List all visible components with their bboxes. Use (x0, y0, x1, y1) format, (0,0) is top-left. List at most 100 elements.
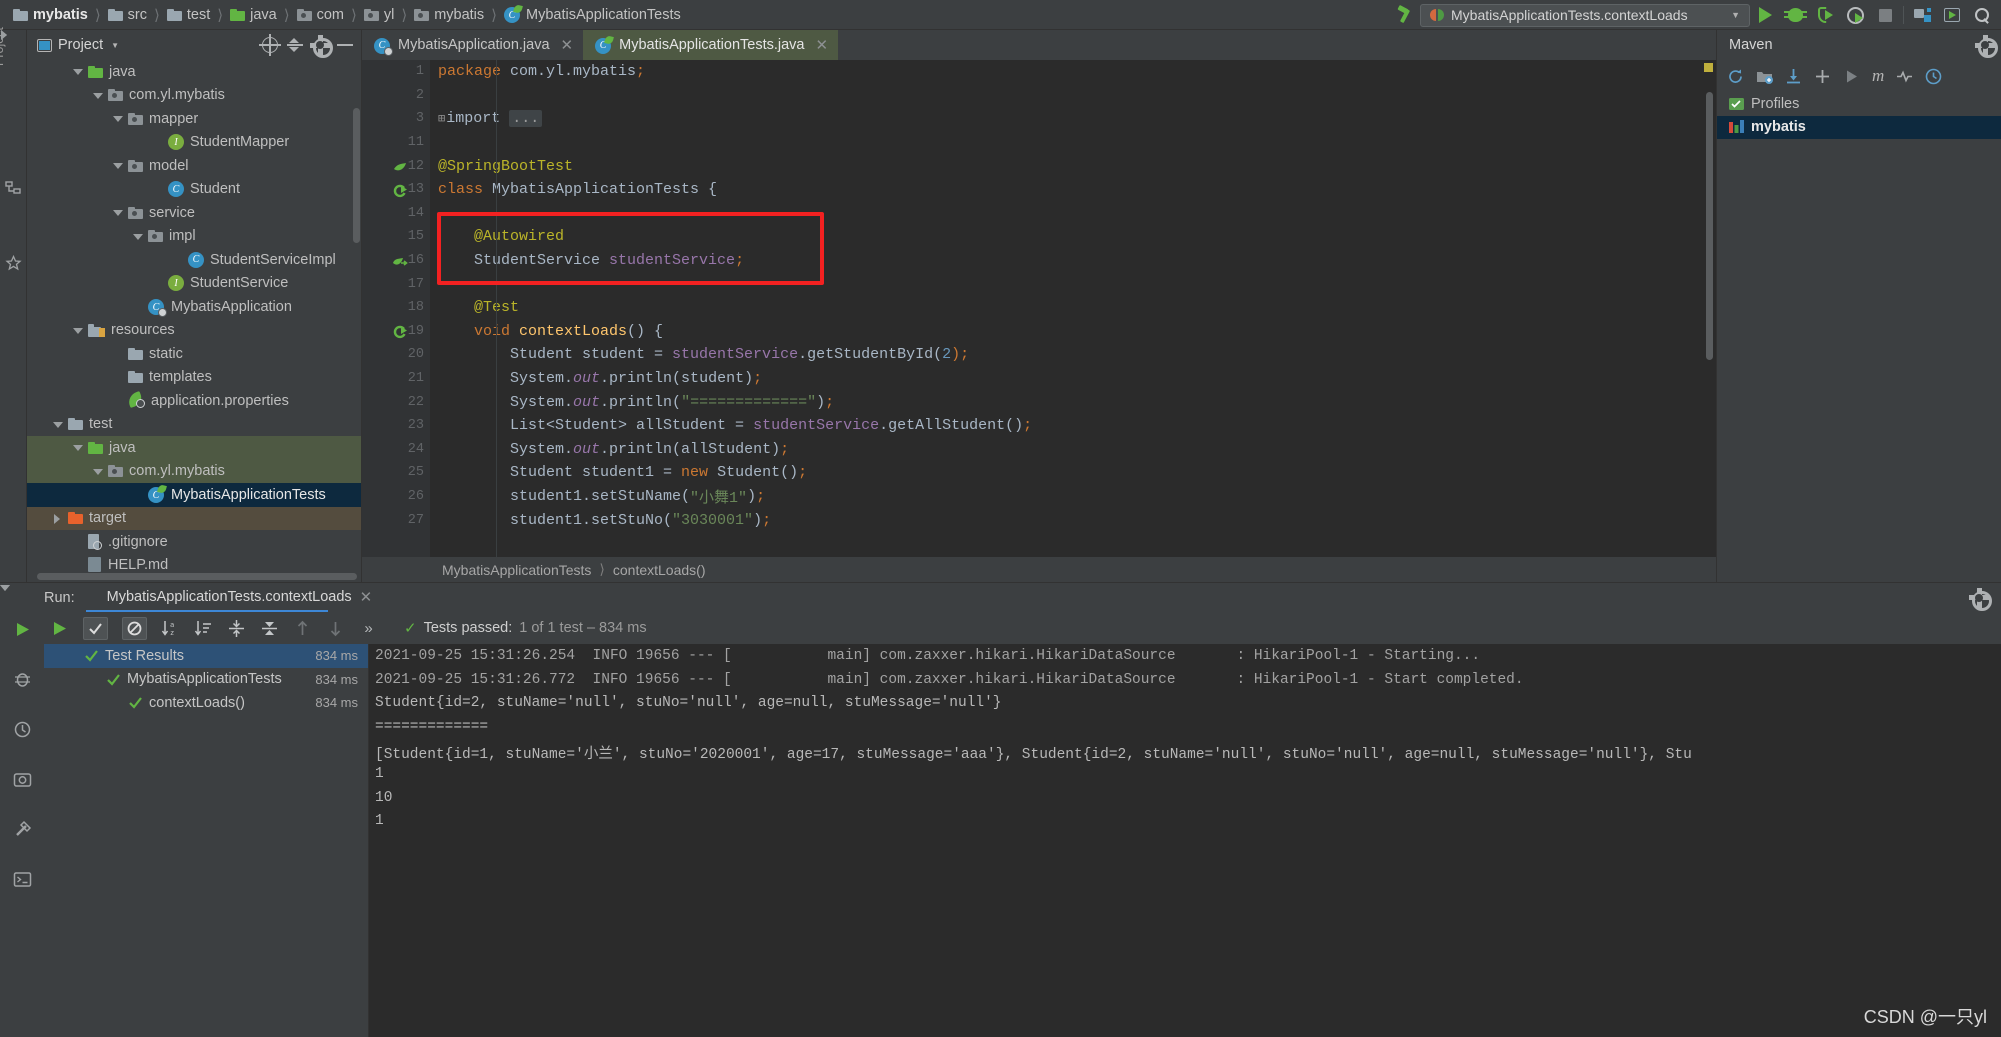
code-line[interactable]: Student student = studentService.getStud… (438, 343, 1716, 367)
tree-row[interactable]: service (27, 201, 361, 225)
tree-row[interactable]: .gitignore (27, 530, 361, 554)
breadcrumb-item-java[interactable]: java (225, 7, 282, 23)
maven-tree-row[interactable]: Profiles (1717, 92, 2001, 116)
add-maven-project-icon[interactable] (1756, 68, 1773, 85)
breadcrumb-item-mybatis[interactable]: mybatis (8, 7, 93, 23)
tree-row[interactable]: mapper (27, 107, 361, 131)
code-line[interactable] (438, 131, 1716, 155)
editor-code[interactable]: package com.yl.mybatis;⊞import ...@Sprin… (430, 60, 1716, 557)
tree-row[interactable]: com.yl.mybatis (27, 460, 361, 484)
code-viewport[interactable]: 1231112131415161718192021222324252627 pa… (362, 60, 1716, 557)
show-ignored-icon[interactable] (122, 617, 147, 640)
tree-row[interactable]: CStudent (27, 178, 361, 202)
code-line[interactable]: System.out.println(allStudent); (438, 438, 1716, 462)
code-line[interactable]: List<Student> allStudent = studentServic… (438, 414, 1716, 438)
chevron-down-icon[interactable] (113, 208, 122, 217)
chevron-down-icon[interactable] (133, 232, 142, 241)
run-tab[interactable]: MybatisApplicationTests.contextLoads ✕ (85, 588, 373, 608)
close-icon[interactable]: ✕ (815, 36, 828, 54)
settings-icon[interactable] (312, 37, 328, 53)
locate-icon[interactable] (262, 37, 278, 53)
favorites-icon[interactable] (5, 255, 22, 272)
expand-all-icon[interactable] (227, 619, 246, 638)
breadcrumb-item-test[interactable]: test (162, 7, 215, 23)
show-diagram-icon[interactable] (1925, 68, 1942, 85)
breadcrumb-item-src[interactable]: src (103, 7, 152, 23)
chevron-down-icon[interactable] (113, 114, 122, 123)
editor-breadcrumb-method[interactable]: contextLoads() (613, 562, 706, 578)
spring-bean-icon[interactable] (392, 158, 408, 174)
test-tree-row[interactable]: Test Results834 ms (44, 644, 368, 668)
code-line[interactable]: StudentService studentService; (438, 249, 1716, 273)
reload-icon[interactable] (1727, 68, 1744, 85)
tree-row[interactable]: IStudentService (27, 272, 361, 296)
coverage-button[interactable] (1810, 0, 1840, 30)
tab-MybatisApplication[interactable]: C MybatisApplication.java ✕ (362, 30, 583, 60)
test-results-tree[interactable]: Test Results834 msMybatisApplicationTest… (44, 644, 369, 1037)
chevron-down-icon[interactable] (73, 326, 82, 335)
maven-tree[interactable]: Profilesmybatis (1717, 92, 2001, 139)
project-h-scrollbar[interactable] (37, 573, 357, 580)
project-scrollbar[interactable] (353, 108, 360, 243)
tree-row[interactable]: java (27, 436, 361, 460)
search-everywhere-button[interactable] (1967, 0, 1997, 30)
profile-button[interactable] (1840, 0, 1870, 30)
bean-nav-icon[interactable] (392, 253, 408, 269)
collapse-all-icon[interactable] (260, 619, 279, 638)
toggle-offline-icon[interactable] (1896, 68, 1913, 85)
code-line[interactable] (438, 84, 1716, 108)
run-anything-button[interactable] (1937, 0, 1967, 30)
code-line[interactable]: student1.setStuName("小舞1"); (438, 485, 1716, 509)
warning-marker-icon[interactable] (1704, 63, 1713, 72)
sort-alphabetically-icon[interactable]: az (161, 619, 180, 638)
fold-toggle-icon[interactable]: ⊞ (438, 111, 445, 126)
next-failed-icon[interactable] (326, 619, 345, 638)
code-line[interactable]: package com.yl.mybatis; (438, 60, 1716, 84)
test-tree-row[interactable]: MybatisApplicationTests834 ms (44, 668, 368, 692)
tree-row[interactable]: templates (27, 366, 361, 390)
project-structure-button[interactable] (1907, 0, 1937, 30)
tree-row[interactable]: application.properties (27, 389, 361, 413)
breadcrumb-item-com[interactable]: com (292, 7, 349, 23)
chevron-right-icon[interactable] (53, 514, 62, 523)
tree-row[interactable]: model (27, 154, 361, 178)
more-icon[interactable]: » (359, 619, 378, 638)
tree-row[interactable]: target (27, 507, 361, 531)
chevron-down-icon[interactable] (53, 420, 62, 429)
code-line[interactable] (438, 202, 1716, 226)
todo-icon[interactable] (13, 720, 32, 739)
console-output[interactable]: 2021-09-25 15:31:26.254 INFO 19656 --- [… (369, 644, 2001, 1037)
run-configuration-selector[interactable]: MybatisApplicationTests.contextLoads ▼ (1420, 4, 1750, 27)
build-project-button[interactable] (1390, 0, 1420, 30)
tree-row[interactable]: resources (27, 319, 361, 343)
run-icon[interactable] (1843, 68, 1860, 85)
hide-icon[interactable] (337, 44, 353, 46)
run-test-icon[interactable] (392, 182, 408, 198)
tree-row[interactable]: impl (27, 225, 361, 249)
chevron-down-icon[interactable]: ▼ (111, 41, 119, 50)
stop-button[interactable] (1870, 0, 1900, 30)
tree-row[interactable]: java (27, 60, 361, 84)
tree-row[interactable]: com.yl.mybatis (27, 84, 361, 108)
breadcrumb-item-yl[interactable]: yl (359, 7, 399, 23)
prev-failed-icon[interactable] (293, 619, 312, 638)
debug-icon[interactable] (13, 670, 32, 689)
editor-gutter[interactable]: 1231112131415161718192021222324252627 (362, 60, 430, 557)
show-passed-icon[interactable] (83, 617, 108, 640)
tab-MybatisApplicationTests[interactable]: C MybatisApplicationTests.java ✕ (583, 30, 838, 60)
code-line[interactable]: class MybatisApplicationTests { (438, 178, 1716, 202)
tree-row[interactable]: CMybatisApplication (27, 295, 361, 319)
tree-row[interactable]: CStudentServiceImpl (27, 248, 361, 272)
add-icon[interactable] (1814, 68, 1831, 85)
build-icon[interactable] (13, 820, 32, 839)
chevron-down-icon[interactable] (73, 443, 82, 452)
tree-row[interactable]: static (27, 342, 361, 366)
settings-icon[interactable] (1977, 37, 1993, 53)
terminal-icon[interactable] (13, 870, 32, 889)
run-icon[interactable] (13, 620, 32, 639)
execute-goal-icon[interactable]: m (1872, 66, 1884, 86)
settings-icon[interactable] (1971, 590, 1987, 606)
code-line[interactable]: System.out.println(student); (438, 367, 1716, 391)
sort-by-duration-icon[interactable] (194, 619, 213, 638)
breadcrumb-item-mybatis-pkg[interactable]: mybatis (409, 7, 489, 23)
